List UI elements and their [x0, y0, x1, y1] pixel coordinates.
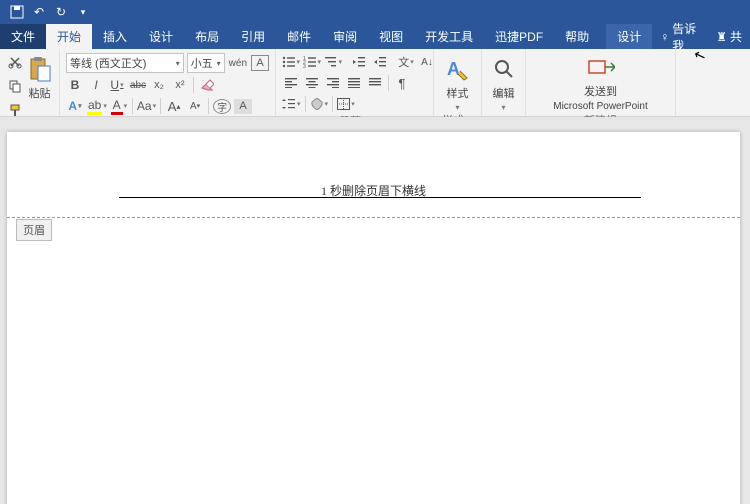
underline-button[interactable]: U▾ [108, 76, 126, 94]
header-boundary [7, 217, 740, 218]
align-left-button[interactable] [282, 74, 300, 92]
tab-file[interactable]: 文件 [0, 24, 46, 49]
align-justify-button[interactable] [345, 74, 363, 92]
header-underline [119, 197, 641, 198]
clear-format-icon[interactable] [198, 76, 216, 94]
paste-button[interactable]: 粘贴 [24, 51, 55, 119]
bullets-button[interactable]: ▾ [282, 53, 300, 71]
group-styles: A 样式 ▾ 样式◢ [434, 49, 482, 116]
tab-layout[interactable]: 布局 [184, 24, 230, 49]
tab-pdf[interactable]: 迅捷PDF [484, 24, 554, 49]
italic-button[interactable]: I [87, 76, 105, 94]
align-distribute-button[interactable] [366, 74, 384, 92]
tab-home[interactable]: 开始 [46, 24, 92, 49]
group-clipboard: 粘贴 剪贴板◢ [0, 49, 60, 116]
ribbon: 粘贴 剪贴板◢ 等线 (西文正文)▾ 小五▾ wén A B I U▾ abc … [0, 49, 750, 117]
tab-dev[interactable]: 开发工具 [414, 24, 484, 49]
header-tag[interactable]: 页眉 [16, 219, 52, 241]
styles-button[interactable]: A 样式 ▾ [438, 51, 477, 112]
group-paragraph: ▾ 123▾ ▾ 文▾ A↓ ¶ [276, 49, 434, 116]
borders-button[interactable]: ▾ [337, 95, 355, 113]
align-center-button[interactable] [303, 74, 321, 92]
tab-view[interactable]: 视图 [368, 24, 414, 49]
group-font: 等线 (西文正文)▾ 小五▾ wén A B I U▾ abc x₂ x² A▾ [60, 49, 276, 116]
save-icon[interactable] [6, 2, 28, 22]
svg-text:A: A [447, 59, 460, 79]
share-button[interactable]: ♜ 共 [708, 28, 750, 45]
font-color-button[interactable]: A▾ [110, 97, 128, 115]
document-area: 1 秒删除页眉下横线 页眉 [0, 117, 750, 504]
group-editing: 编辑 ▾ [482, 49, 526, 116]
copy-icon[interactable] [6, 77, 24, 95]
undo-icon[interactable]: ↶ [28, 2, 50, 22]
page[interactable]: 1 秒删除页眉下横线 页眉 [7, 132, 740, 504]
tab-references[interactable]: 引用 [230, 24, 276, 49]
subscript-button[interactable]: x₂ [150, 76, 168, 94]
editing-button[interactable]: 编辑 ▾ [486, 51, 521, 112]
increase-indent-button[interactable] [371, 53, 389, 71]
share-label: 共 [730, 28, 742, 45]
tab-mail[interactable]: 邮件 [276, 24, 322, 49]
styles-label: 样式 [447, 85, 469, 101]
line-spacing-button[interactable]: ▾ [282, 95, 301, 113]
font-size-combo[interactable]: 小五▾ [187, 53, 225, 73]
char-border-icon[interactable]: A [251, 55, 269, 71]
tab-design[interactable]: 设计 [138, 24, 184, 49]
char-shading-button[interactable]: A [234, 99, 252, 114]
bold-button[interactable]: B [66, 76, 84, 94]
quick-access-toolbar: ↶ ↻ ▾ [0, 0, 750, 24]
send-icon [587, 53, 615, 81]
asian-layout-button[interactable]: 文▾ [397, 53, 415, 71]
cut-icon[interactable] [6, 53, 24, 71]
svg-text:3: 3 [303, 64, 306, 68]
person-icon: ♜ [716, 30, 727, 44]
align-right-button[interactable] [324, 74, 342, 92]
redo-icon[interactable]: ↻ [50, 2, 72, 22]
highlight-button[interactable]: ab▾ [87, 97, 107, 115]
numbering-button[interactable]: 123▾ [303, 53, 321, 71]
change-case-button[interactable]: Aa▾ [137, 97, 156, 115]
paste-icon [26, 55, 54, 83]
qat-customize-icon[interactable]: ▾ [72, 2, 94, 22]
multilevel-button[interactable]: ▾ [324, 53, 342, 71]
show-marks-button[interactable]: ¶ [393, 74, 411, 92]
send-label-2: Microsoft PowerPoint [553, 101, 647, 112]
editing-label: 编辑 [493, 85, 515, 101]
group-newgroup: 发送到 Microsoft PowerPoint 新建组 [526, 49, 676, 116]
paste-label: 粘贴 [29, 85, 51, 101]
phonetic-guide-icon[interactable]: wén [228, 54, 248, 72]
strike-button[interactable]: abc [129, 76, 147, 94]
styles-icon: A [444, 55, 472, 83]
tab-insert[interactable]: 插入 [92, 24, 138, 49]
grow-font-button[interactable]: A▴ [165, 97, 183, 115]
font-name-combo[interactable]: 等线 (西文正文)▾ [66, 53, 184, 73]
decrease-indent-button[interactable] [350, 53, 368, 71]
send-label-1: 发送到 [584, 83, 617, 99]
enclose-char-button[interactable]: 字 [213, 99, 231, 114]
tab-contextual-design[interactable]: 设计 [606, 24, 652, 49]
text-effects-button[interactable]: A▾ [66, 97, 84, 115]
shrink-font-button[interactable]: A▾ [186, 97, 204, 115]
tab-help[interactable]: 帮助 [554, 24, 600, 49]
lightbulb-icon: ♀ [660, 30, 669, 44]
shading-button[interactable]: ▾ [310, 95, 329, 113]
ribbon-tabs: 文件 开始 插入 设计 布局 引用 邮件 审阅 视图 开发工具 迅捷PDF 帮助… [0, 24, 750, 49]
tab-review[interactable]: 审阅 [322, 24, 368, 49]
send-to-ppt-button[interactable]: 发送到 Microsoft PowerPoint [530, 51, 671, 112]
superscript-button[interactable]: x² [171, 76, 189, 94]
find-icon [490, 55, 518, 83]
